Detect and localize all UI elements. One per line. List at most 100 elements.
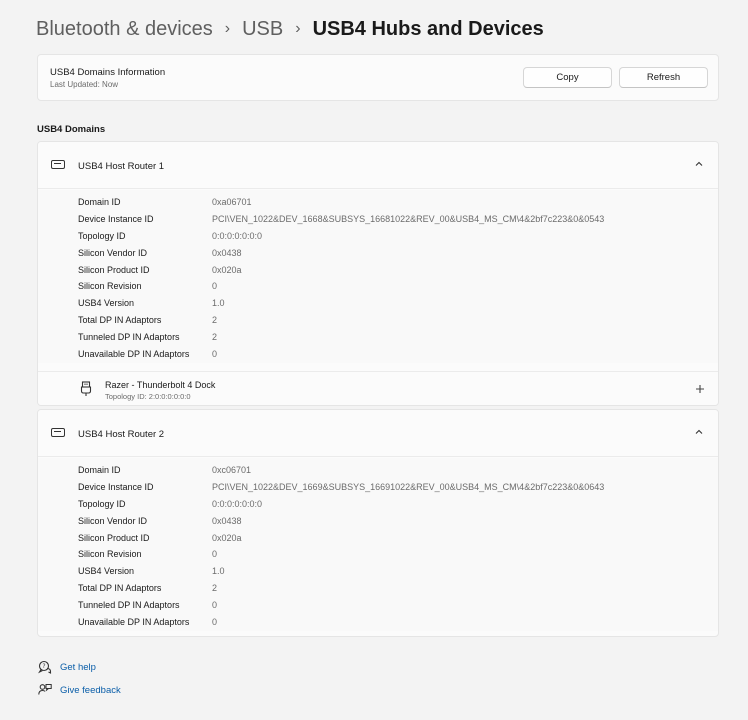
chevron-up-icon[interactable] (694, 159, 704, 169)
router-card-2: USB4 Host Router 2 Domain ID 0xc06701 Devi… (37, 409, 719, 637)
property-label: Silicon Product ID (78, 532, 150, 543)
property-value: 0 (212, 617, 218, 628)
property-label: Topology ID (78, 498, 126, 509)
property-label: Device Instance ID (78, 481, 154, 492)
property-value: 0x0438 (212, 515, 242, 526)
property-row: Tunneled DP IN Adaptors 2 (38, 329, 718, 346)
chevron-up-icon[interactable] (694, 427, 704, 437)
property-value: 0 (212, 549, 218, 560)
property-label: Silicon Product ID (78, 264, 150, 275)
last-updated-label: Last Updated: (50, 80, 100, 89)
property-row: Topology ID 0:0:0:0:0:0:0 (38, 228, 718, 245)
property-label: Silicon Vendor ID (78, 247, 148, 258)
router-properties-1: Domain ID 0xa06701 Device Instance ID PCI\V… (38, 190, 718, 363)
property-row: Silicon Product ID 0x020a (38, 530, 718, 547)
property-row: Unavailable DP IN Adaptors 0 (38, 614, 718, 631)
breadcrumb-usb[interactable]: USB (242, 18, 283, 41)
property-row: Total DP IN Adaptors 2 (38, 580, 718, 597)
property-label: Silicon Revision (78, 549, 142, 560)
router-card-1: USB4 Host Router 1 Domain ID 0xa06701 Devi… (37, 141, 719, 406)
property-value: PCI\VEN_1022&DEV_1668&SUBSYS_16681022&RE… (212, 213, 605, 224)
property-value: 0:0:0:0:0:0:0 (212, 230, 263, 241)
property-value: 0x020a (212, 532, 242, 543)
property-value: 0 (212, 600, 218, 611)
device-topology-value: 2:0:0:0:0:0:0 (148, 392, 191, 401)
router-header-1[interactable]: USB4 Host Router 1 (38, 142, 718, 189)
property-row: Device Instance ID PCI\VEN_1022&DEV_1669&… (38, 479, 718, 496)
domains-info-card: USB4 Domains Information Last Updated: N… (37, 54, 719, 101)
property-label: Tunneled DP IN Adaptors (78, 332, 180, 343)
last-updated-value: Now (102, 80, 119, 89)
property-row: USB4 Version 1.0 (38, 563, 718, 580)
property-label: Topology ID (78, 230, 126, 241)
property-label: Unavailable DP IN Adaptors (78, 617, 190, 628)
device-name: Razer - Thunderbolt 4 Dock (105, 380, 216, 390)
property-value: 0xa06701 (212, 197, 252, 207)
property-value: 2 (212, 332, 218, 343)
page-title: USB4 Hubs and Devices (312, 17, 544, 40)
usb-plug-icon (80, 381, 92, 402)
property-label: USB4 Version (78, 298, 135, 309)
property-value: 0:0:0:0:0:0:0 (212, 498, 263, 509)
property-label: Tunneled DP IN Adaptors (78, 600, 180, 611)
domains-section-title: USB4 Domains (37, 124, 106, 135)
property-row: Total DP IN Adaptors 2 (38, 312, 718, 329)
get-help-link[interactable]: ? Get help (38, 660, 96, 674)
device-row[interactable]: Razer - Thunderbolt 4 Dock Topology ID: … (38, 371, 718, 405)
property-row: Silicon Product ID 0x020a (38, 262, 718, 279)
property-value: 2 (212, 315, 218, 326)
breadcrumb-chevron-icon: › (224, 20, 231, 37)
property-value: 0x0438 (212, 247, 242, 258)
property-row: Domain ID 0xa06701 (38, 194, 718, 211)
router-title: USB4 Host Router 2 (78, 429, 165, 440)
get-help-label[interactable]: Get help (60, 662, 96, 673)
usb-port-icon (51, 428, 65, 437)
property-row: Silicon Revision 0 (38, 278, 718, 295)
breadcrumb-chevron-icon: › (295, 20, 301, 37)
property-row: USB4 Version 1.0 (38, 295, 718, 312)
property-label: USB4 Version (78, 566, 135, 577)
property-label: Total DP IN Adaptors (78, 583, 162, 594)
property-row: Topology ID 0:0:0:0:0:0:0 (38, 496, 718, 513)
property-value: PCI\VEN_1022&DEV_1669&SUBSYS_16691022&RE… (212, 481, 605, 492)
property-label: Domain ID (78, 465, 121, 475)
property-value: 0xc06701 (212, 465, 252, 475)
property-row: Silicon Revision 0 (38, 546, 718, 563)
property-row: Device Instance ID PCI\VEN_1022&DEV_1668&… (38, 211, 718, 228)
property-row: Silicon Vendor ID 0x0438 (38, 513, 718, 530)
give-feedback-link[interactable]: Give feedback (38, 683, 121, 697)
router-header-2[interactable]: USB4 Host Router 2 (38, 410, 718, 457)
give-feedback-label[interactable]: Give feedback (60, 685, 121, 696)
property-label: Silicon Vendor ID (78, 515, 148, 526)
breadcrumb: Bluetooth & devices › USB › USB4 Hubs an… (36, 14, 544, 44)
last-updated: Last Updated: Now (50, 80, 118, 89)
info-title: USB4 Domains Information (50, 67, 166, 78)
plus-icon[interactable] (695, 383, 705, 396)
property-row: Domain ID 0xc06701 (38, 462, 718, 479)
property-label: Total DP IN Adaptors (78, 315, 162, 326)
help-chat-icon: ? (38, 660, 52, 674)
property-row: Unavailable DP IN Adaptors 0 (38, 346, 718, 363)
device-topology-label: Topology ID: (105, 392, 147, 401)
property-value: 1.0 (212, 566, 225, 577)
device-topology: Topology ID: 2:0:0:0:0:0:0 (105, 392, 191, 401)
router-properties-2: Domain ID 0xc06701 Device Instance ID PCI\V… (38, 458, 718, 631)
usb-port-icon (51, 160, 65, 169)
property-value: 2 (212, 583, 218, 594)
property-label: Device Instance ID (78, 213, 154, 224)
refresh-button[interactable]: Refresh (619, 67, 708, 88)
property-value: 0 (212, 349, 218, 360)
router-title: USB4 Host Router 1 (78, 161, 165, 172)
property-label: Silicon Revision (78, 281, 142, 292)
property-value: 0x020a (212, 264, 242, 275)
breadcrumb-bluetooth-devices[interactable]: Bluetooth & devices (36, 18, 213, 41)
property-row: Tunneled DP IN Adaptors 0 (38, 597, 718, 614)
property-label: Domain ID (78, 197, 121, 207)
property-label: Unavailable DP IN Adaptors (78, 349, 190, 360)
property-value: 0 (212, 281, 218, 292)
copy-button[interactable]: Copy (523, 67, 612, 88)
property-row: Silicon Vendor ID 0x0438 (38, 245, 718, 262)
svg-text:?: ? (42, 663, 45, 670)
property-value: 1.0 (212, 298, 225, 309)
feedback-icon (38, 683, 52, 697)
